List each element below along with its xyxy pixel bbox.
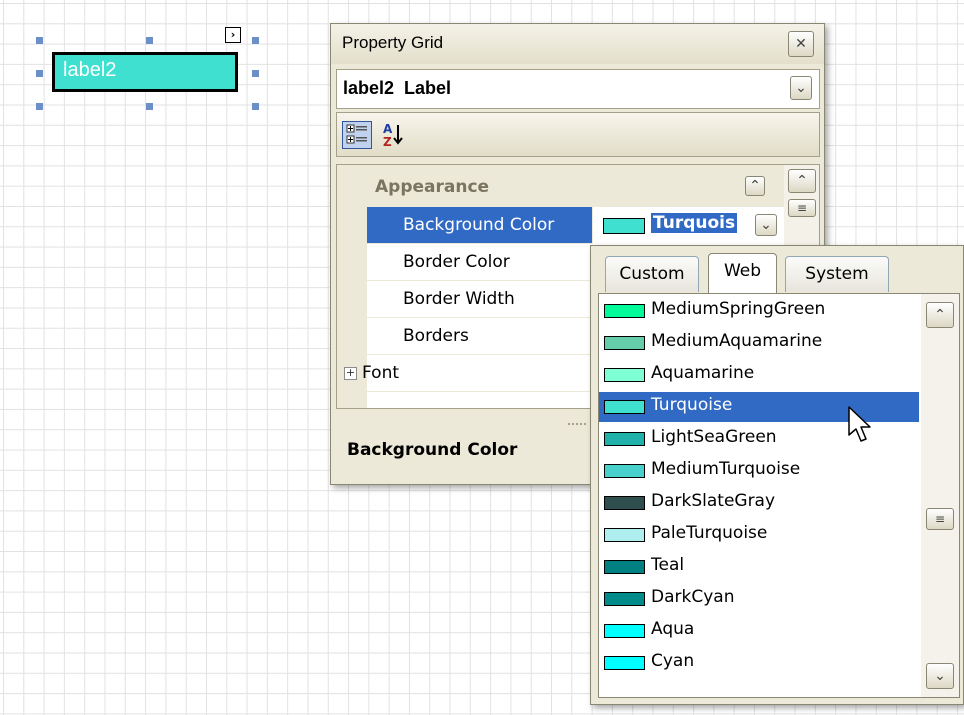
mouse-pointer-icon xyxy=(848,406,871,442)
close-icon: ✕ xyxy=(795,36,807,52)
color-name: MediumAquamarine xyxy=(651,331,823,351)
color-swatch xyxy=(604,624,645,638)
chevron-down-icon: ⌄ xyxy=(934,668,946,684)
color-name: LightSeaGreen xyxy=(651,427,777,447)
property-row-background-color[interactable]: Background Color Turquois ⌄ xyxy=(367,207,786,244)
color-item-mediumaquamarine[interactable]: MediumAquamarine xyxy=(599,328,919,358)
color-list-scrollbar[interactable]: ⌃ ≡ ⌄ xyxy=(921,294,959,697)
color-swatch xyxy=(604,496,645,510)
color-item-cyan[interactable]: Cyan xyxy=(599,648,919,678)
resize-handle-w[interactable] xyxy=(36,70,43,77)
component-type: Label xyxy=(404,78,452,98)
toolbar: A Z xyxy=(336,112,820,157)
sort-alphabetical-icon: A Z xyxy=(383,122,403,149)
resize-handle-s[interactable] xyxy=(146,103,153,110)
property-value-editor[interactable]: Turquois ⌄ xyxy=(592,207,786,244)
color-name: DarkCyan xyxy=(651,587,735,607)
category-collapse-button[interactable]: ⌃ xyxy=(745,176,765,196)
design-label-text: label2 xyxy=(63,59,117,81)
color-item-teal[interactable]: Teal xyxy=(599,552,919,582)
chevron-up-icon: ⌃ xyxy=(796,173,808,189)
resize-handle-ne[interactable] xyxy=(252,37,259,44)
tab-web[interactable]: Web xyxy=(708,253,777,293)
window-title: Property Grid xyxy=(342,33,444,52)
resize-handle-n[interactable] xyxy=(146,37,153,44)
color-swatch xyxy=(604,560,645,574)
property-name: Border Color xyxy=(403,252,510,272)
color-picker-popup: Custom Web System MediumSpringGreen Medi… xyxy=(590,245,964,705)
color-swatch xyxy=(603,218,645,234)
color-item-mediumspringgreen[interactable]: MediumSpringGreen xyxy=(599,296,919,326)
design-label[interactable]: label2 xyxy=(52,52,238,92)
color-swatch xyxy=(604,336,645,350)
description-title: Background Color xyxy=(347,440,518,460)
color-swatch xyxy=(604,304,645,318)
color-name: Cyan xyxy=(651,651,695,671)
color-item-mediumturquoise[interactable]: MediumTurquoise xyxy=(599,456,919,486)
chevron-right-icon: › xyxy=(230,28,236,41)
property-name: Font xyxy=(362,363,400,383)
color-swatch xyxy=(604,592,645,606)
color-name: Aquamarine xyxy=(651,363,755,383)
scroll-down-button[interactable]: ⌄ xyxy=(926,663,954,689)
resize-handle-se[interactable] xyxy=(252,103,259,110)
categorized-icon xyxy=(346,124,367,144)
tab-custom[interactable]: Custom xyxy=(605,256,699,292)
color-item-aquamarine[interactable]: Aquamarine xyxy=(599,360,919,390)
color-swatch xyxy=(604,528,645,542)
category-appearance[interactable]: Appearance ⌃ xyxy=(337,165,785,207)
scroll-up-button[interactable]: ⌃ xyxy=(788,169,816,193)
chevron-up-icon: ⌃ xyxy=(749,178,761,194)
color-name: Turquoise xyxy=(651,395,733,415)
resize-handle-sw[interactable] xyxy=(36,103,43,110)
chevron-down-icon: ⌄ xyxy=(795,80,807,96)
color-name: MediumTurquoise xyxy=(651,459,801,479)
resize-handle-nw[interactable] xyxy=(36,37,43,44)
title-bar[interactable]: Property Grid ✕ xyxy=(331,24,824,64)
smart-tag-button[interactable]: › xyxy=(225,27,241,43)
scroll-up-button[interactable]: ⌃ xyxy=(926,302,954,328)
color-swatch xyxy=(604,432,645,446)
color-name: Teal xyxy=(651,555,685,575)
grip-icon: ≡ xyxy=(934,512,946,526)
color-swatch xyxy=(604,368,645,382)
property-value[interactable]: Turquois xyxy=(651,213,738,233)
grip-icon: ≡ xyxy=(796,201,808,215)
color-name: MediumSpringGreen xyxy=(651,299,826,319)
property-name: Borders xyxy=(403,326,469,346)
color-item-darkslategray[interactable]: DarkSlateGray xyxy=(599,488,919,518)
close-button[interactable]: ✕ xyxy=(788,31,814,57)
color-dropdown-button[interactable]: ⌄ xyxy=(755,214,777,236)
chevron-down-icon: ⌄ xyxy=(760,217,772,233)
property-name: Background Color xyxy=(403,215,555,235)
alphabetical-button[interactable]: A Z xyxy=(379,121,409,149)
component-selector-value: label2 Label xyxy=(343,78,451,99)
expand-icon[interactable]: + xyxy=(344,367,357,380)
component-selector-dropdown[interactable]: ⌄ xyxy=(790,76,812,100)
color-item-darkcyan[interactable]: DarkCyan xyxy=(599,584,919,614)
color-swatch xyxy=(604,464,645,478)
svg-text:A: A xyxy=(383,122,393,136)
color-name: Aqua xyxy=(651,619,695,639)
property-name: Border Width xyxy=(403,289,515,309)
color-list: MediumSpringGreen MediumAquamarine Aquam… xyxy=(598,293,960,698)
color-item-paleturquoise[interactable]: PaleTurquoise xyxy=(599,520,919,550)
component-name: label2 xyxy=(343,78,395,98)
chevron-up-icon: ⌃ xyxy=(934,307,946,323)
color-item-aqua[interactable]: Aqua xyxy=(599,616,919,646)
scroll-thumb[interactable]: ≡ xyxy=(926,508,954,530)
color-swatch xyxy=(604,656,645,670)
component-selector[interactable]: label2 Label ⌄ xyxy=(336,69,820,109)
scroll-thumb[interactable]: ≡ xyxy=(788,199,816,217)
tab-system[interactable]: System xyxy=(785,256,889,292)
categorized-button[interactable] xyxy=(342,121,372,149)
category-label: Appearance xyxy=(375,177,490,197)
svg-text:Z: Z xyxy=(383,135,392,149)
color-swatch xyxy=(604,400,645,414)
resize-handle-e[interactable] xyxy=(252,70,259,77)
color-name: PaleTurquoise xyxy=(651,523,768,543)
color-name: DarkSlateGray xyxy=(651,491,776,511)
